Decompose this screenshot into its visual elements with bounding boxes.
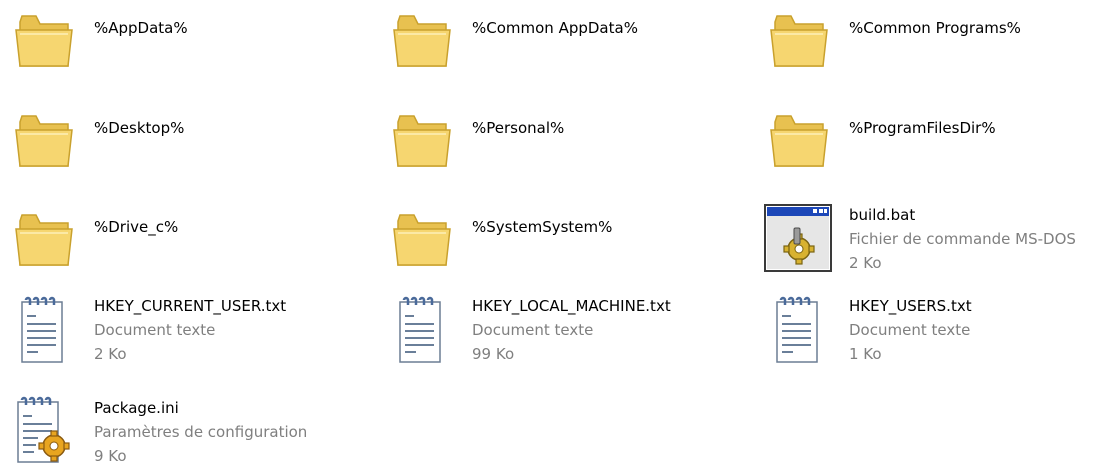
folder-icon <box>8 4 80 76</box>
item-name: HKEY_LOCAL_MACHINE.txt <box>472 297 671 315</box>
folder-icon <box>763 104 835 176</box>
item-name: %Desktop% <box>94 119 185 137</box>
file-item-build-bat[interactable]: build.bat Fichier de commande MS-DOS 2 K… <box>757 199 1099 279</box>
folder-icon <box>8 203 80 275</box>
folder-item-drive-c[interactable]: %Drive_c% <box>2 199 372 279</box>
text-document-icon <box>763 294 835 366</box>
item-name: HKEY_CURRENT_USER.txt <box>94 297 287 315</box>
item-type: Document texte <box>94 321 216 339</box>
batch-file-icon <box>763 203 835 275</box>
item-name: Package.ini <box>94 399 179 417</box>
item-type: Fichier de commande MS-DOS <box>849 230 1076 248</box>
item-type: Document texte <box>472 321 594 339</box>
item-name: %AppData% <box>94 19 188 37</box>
item-name: HKEY_USERS.txt <box>849 297 972 315</box>
file-item-hkey-users[interactable]: HKEY_USERS.txt Document texte 1 Ko <box>757 290 1099 370</box>
folder-icon <box>386 104 458 176</box>
item-name: build.bat <box>849 206 916 224</box>
folder-item-personal[interactable]: %Personal% <box>380 100 750 180</box>
item-type: Document texte <box>849 321 971 339</box>
item-name: %ProgramFilesDir% <box>849 119 996 137</box>
item-name: %Common AppData% <box>472 19 638 37</box>
folder-item-common-appdata[interactable]: %Common AppData% <box>380 0 750 80</box>
text-document-icon <box>8 294 80 366</box>
folder-icon <box>386 203 458 275</box>
item-name: %SystemSystem% <box>472 218 613 236</box>
file-item-hkey-local-machine[interactable]: HKEY_LOCAL_MACHINE.txt Document texte 99… <box>380 290 750 370</box>
file-item-package-ini[interactable]: Package.ini Paramètres de configuration … <box>2 392 372 472</box>
item-size: 9 Ko <box>94 447 127 465</box>
config-file-icon <box>8 396 80 468</box>
folder-icon <box>8 104 80 176</box>
file-list-view: %AppData% %Common AppData% %Common Progr… <box>0 0 1099 473</box>
item-size: 2 Ko <box>94 345 127 363</box>
item-size: 1 Ko <box>849 345 882 363</box>
item-size: 99 Ko <box>472 345 515 363</box>
item-name: %Common Programs% <box>849 19 1021 37</box>
text-document-icon <box>386 294 458 366</box>
item-name: %Personal% <box>472 119 565 137</box>
folder-item-programfilesdir[interactable]: %ProgramFilesDir% <box>757 100 1099 180</box>
folder-item-systemsystem[interactable]: %SystemSystem% <box>380 199 750 279</box>
folder-item-common-programs[interactable]: %Common Programs% <box>757 0 1099 80</box>
folder-item-desktop[interactable]: %Desktop% <box>2 100 372 180</box>
folder-icon <box>763 4 835 76</box>
folder-icon <box>386 4 458 76</box>
file-item-hkey-current-user[interactable]: HKEY_CURRENT_USER.txt Document texte 2 K… <box>2 290 372 370</box>
item-type: Paramètres de configuration <box>94 423 308 441</box>
item-size: 2 Ko <box>849 254 882 272</box>
item-name: %Drive_c% <box>94 218 179 236</box>
folder-item-appdata[interactable]: %AppData% <box>2 0 372 80</box>
